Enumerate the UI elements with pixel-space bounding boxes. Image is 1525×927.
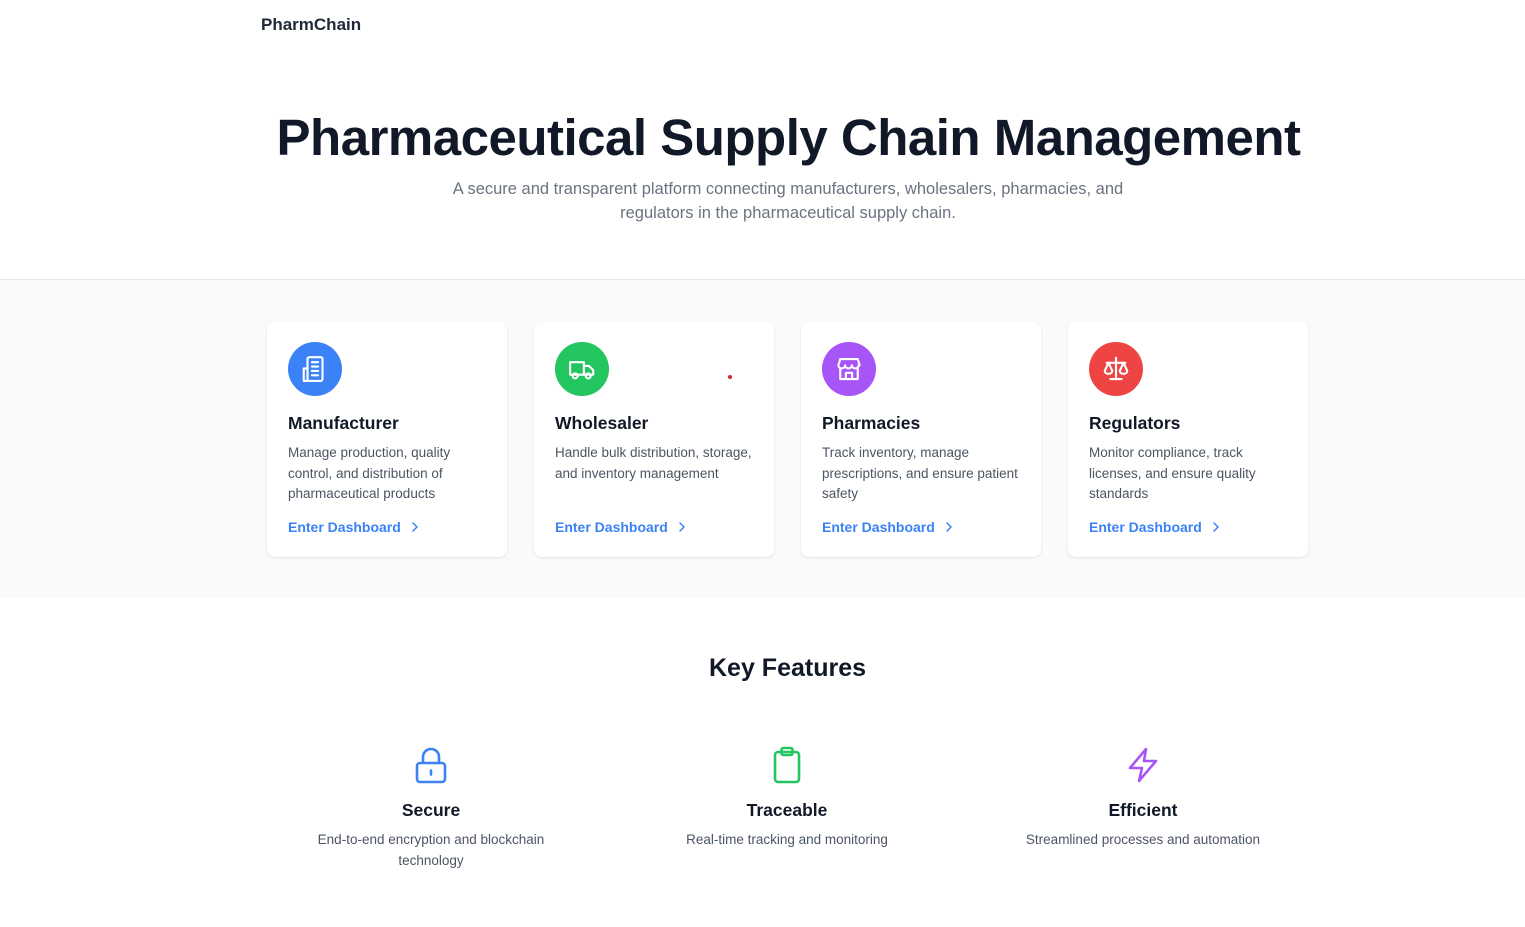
hero-section: Pharmaceutical Supply Chain Management A… (0, 50, 1525, 279)
feature-efficient: Efficient Streamlined processes and auto… (993, 745, 1293, 851)
feature-description: Real-time tracking and monitoring (686, 832, 888, 847)
feature-description: Streamlined processes and automation (1025, 832, 1261, 847)
truck-icon (555, 342, 609, 396)
red-dot-marker (728, 375, 732, 379)
chevron-right-icon (679, 522, 685, 532)
lock-icon (415, 747, 447, 784)
feature-description: End-to-end encryption and blockchain tec… (317, 832, 545, 868)
role-description: Manage production, quality control, and … (288, 445, 451, 501)
enter-dashboard-link-regulators[interactable]: Enter Dashboard (1089, 519, 1220, 535)
role-description: Handle bulk distribution, storage, and i… (555, 445, 752, 481)
top-nav: PharmChain (0, 0, 1525, 50)
role-name: Manufacturer (288, 413, 399, 433)
role-name: Wholesaler (555, 413, 649, 433)
feature-title: Traceable (746, 800, 828, 820)
features-title: Key Features (708, 654, 867, 682)
chevron-right-icon (412, 522, 418, 532)
clipboard-icon (773, 746, 801, 784)
roles-section: Manufacturer Manage production, quality … (0, 279, 1525, 598)
brand-logo-text[interactable]: PharmChain (261, 15, 361, 35)
role-card-manufacturer: Manufacturer Manage production, quality … (267, 322, 507, 557)
role-name: Pharmacies (822, 413, 921, 433)
hero-subtitle: A secure and transparent platform connec… (452, 180, 1124, 222)
building-icon (288, 342, 342, 396)
feature-secure: Secure End-to-end encryption and blockch… (281, 745, 581, 871)
feature-traceable: Traceable Real-time tracking and monitor… (637, 745, 937, 851)
enter-dashboard-link-manufacturer[interactable]: Enter Dashboard (288, 519, 419, 535)
role-description: Monitor compliance, track licenses, and … (1089, 445, 1256, 501)
enter-dashboard-label: Enter Dashboard (555, 519, 668, 535)
store-icon (822, 342, 876, 396)
role-card-regulators: Regulators Monitor compliance, track lic… (1068, 322, 1308, 557)
role-description: Track inventory, manage prescriptions, a… (822, 445, 1018, 501)
role-card-pharmacies: Pharmacies Track inventory, manage presc… (801, 322, 1041, 557)
enter-dashboard-label: Enter Dashboard (288, 519, 401, 535)
chevron-right-icon (946, 522, 952, 532)
chevron-right-icon (1213, 522, 1219, 532)
hero-title: Pharmaceutical Supply Chain Management (276, 109, 1301, 166)
feature-title: Secure (401, 800, 461, 820)
enter-dashboard-label: Enter Dashboard (1089, 519, 1202, 535)
role-name: Regulators (1089, 413, 1181, 433)
lightning-icon (1128, 747, 1158, 783)
enter-dashboard-label: Enter Dashboard (822, 519, 935, 535)
enter-dashboard-link-wholesaler[interactable]: Enter Dashboard (555, 519, 686, 535)
role-card-wholesaler: Wholesaler Handle bulk distribution, sto… (534, 322, 774, 557)
feature-title: Efficient (1108, 800, 1178, 820)
enter-dashboard-link-pharmacies[interactable]: Enter Dashboard (822, 519, 953, 535)
scale-icon (1089, 342, 1143, 396)
